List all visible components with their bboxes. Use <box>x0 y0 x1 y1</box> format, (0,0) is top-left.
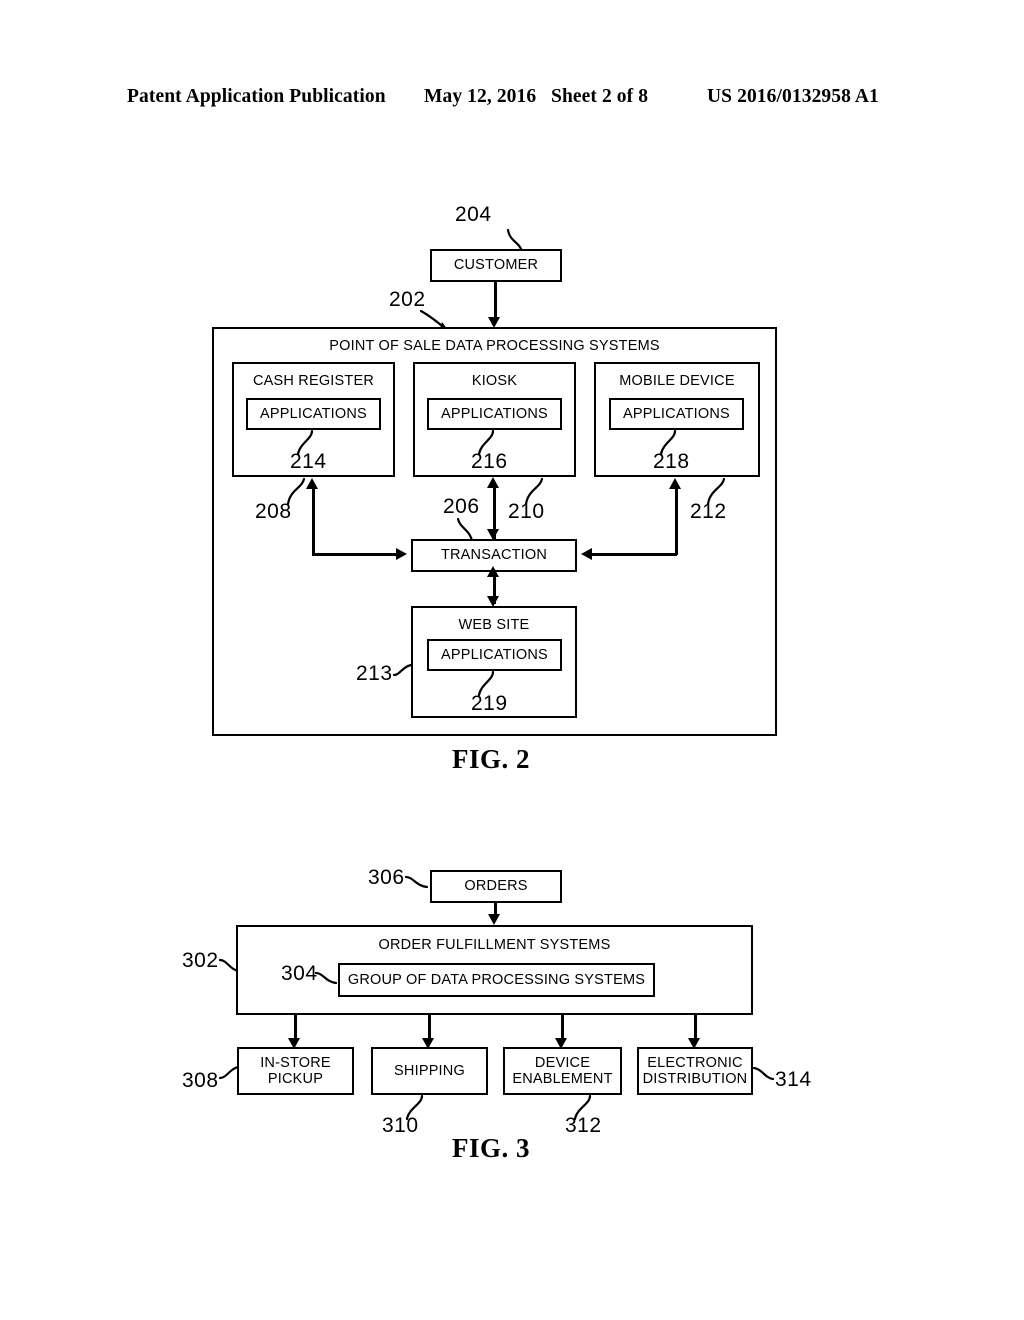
figure-3-caption: FIG. 3 <box>452 1133 531 1163</box>
node-orders-label: ORDERS <box>464 878 528 895</box>
connector-fulfillment-to-electronic-distribution <box>694 1015 697 1040</box>
node-orders: ORDERS <box>430 870 562 903</box>
node-shipping: SHIPPING <box>371 1047 488 1095</box>
figure-3: 306 ORDERS 302 ORDER FULFILLMENT SYSTEMS… <box>0 0 1024 1320</box>
node-electronic-distribution-label: ELECTRONIC DISTRIBUTION <box>642 1054 748 1087</box>
node-electronic-distribution: ELECTRONIC DISTRIBUTION <box>637 1047 753 1095</box>
connector-fulfillment-to-in-store-pickup <box>294 1015 297 1040</box>
ref-numeral-302: 302 <box>182 949 219 972</box>
ref-numeral-312: 312 <box>565 1114 602 1137</box>
ref-numeral-304: 304 <box>281 962 318 985</box>
ref-numeral-310: 310 <box>382 1114 419 1137</box>
connector-fulfillment-to-shipping <box>428 1015 431 1040</box>
ref-numeral-314: 314 <box>775 1068 812 1091</box>
node-in-store-pickup: IN-STORE PICKUP <box>237 1047 354 1095</box>
node-device-enablement-label: DEVICE ENABLEMENT <box>512 1054 613 1087</box>
node-shipping-label: SHIPPING <box>394 1062 465 1079</box>
node-order-fulfillment-systems-label: ORDER FULFILLMENT SYSTEMS <box>378 937 611 953</box>
node-in-store-pickup-label: IN-STORE PICKUP <box>260 1054 331 1087</box>
ref-numeral-308: 308 <box>182 1069 219 1092</box>
arrowhead-orders-to-fulfillment <box>488 914 500 925</box>
node-device-enablement: DEVICE ENABLEMENT <box>503 1047 622 1095</box>
connector-fulfillment-to-device-enablement <box>561 1015 564 1040</box>
ref-numeral-306: 306 <box>368 866 405 889</box>
node-group-of-data-processing-systems: GROUP OF DATA PROCESSING SYSTEMS <box>338 963 655 997</box>
node-group-of-data-processing-systems-label: GROUP OF DATA PROCESSING SYSTEMS <box>347 971 646 988</box>
